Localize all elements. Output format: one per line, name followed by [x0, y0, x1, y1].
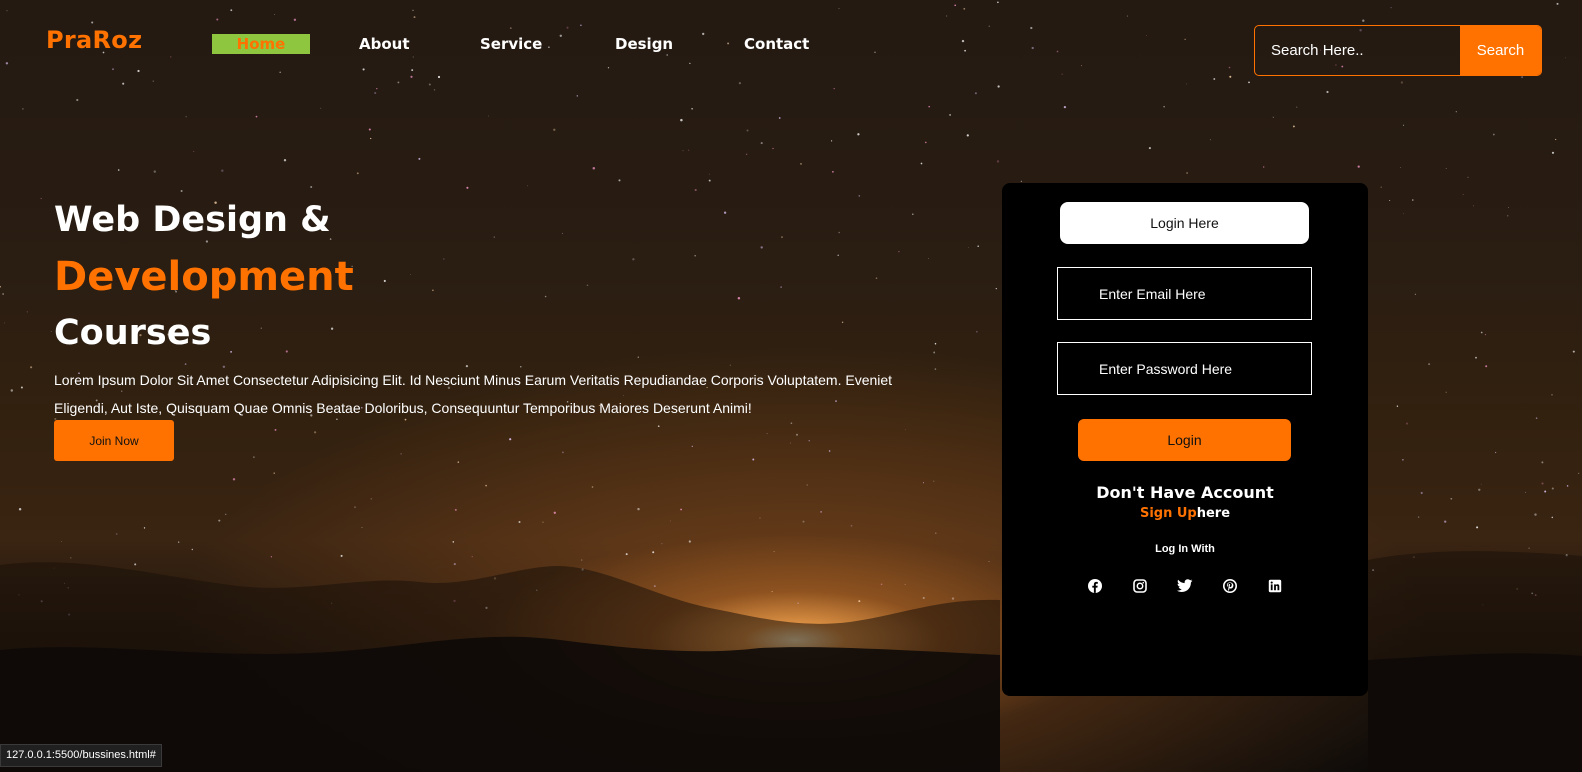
hero-title-highlight: Development — [54, 254, 354, 300]
twitter-icon[interactable] — [1177, 578, 1193, 594]
search-box: Search — [1254, 25, 1542, 76]
instagram-icon[interactable] — [1132, 578, 1148, 594]
hero-title-line3: Courses — [54, 313, 212, 353]
login-panel-title: Login Here — [1060, 202, 1309, 244]
login-panel: Login Here Login Don't Have Account Sign… — [1002, 183, 1368, 696]
search-button[interactable]: Search — [1460, 26, 1541, 75]
login-with-label: Log In With — [1155, 543, 1215, 555]
status-bar-url: 127.0.0.1:5500/bussines.html# — [0, 744, 162, 767]
no-account-text: Don't Have Account — [1096, 483, 1274, 502]
linkedin-icon[interactable] — [1267, 578, 1283, 594]
email-field[interactable] — [1057, 267, 1312, 320]
signup-link[interactable]: Sign Up — [1140, 506, 1197, 521]
nav-about[interactable]: About — [359, 34, 410, 54]
password-field[interactable] — [1057, 342, 1312, 395]
nav-design[interactable]: Design — [615, 34, 673, 54]
signup-suffix: here — [1196, 506, 1231, 521]
facebook-icon[interactable] — [1087, 578, 1103, 594]
brand-logo[interactable]: PraRoz — [46, 26, 142, 54]
login-button[interactable]: Login — [1078, 419, 1291, 461]
nav-service[interactable]: Service — [480, 34, 542, 54]
nav-home[interactable]: Home — [212, 34, 310, 54]
nav-contact[interactable]: Contact — [744, 34, 809, 54]
hero-paragraph: Lorem Ipsum Dolor Sit Amet Consectetur A… — [54, 372, 893, 416]
hero-title-line1: Web Design & — [54, 200, 331, 240]
join-now-button[interactable]: Join Now — [54, 420, 174, 461]
pinterest-icon[interactable] — [1222, 578, 1238, 594]
search-input[interactable] — [1255, 26, 1461, 75]
signup-line: Sign Uphere — [1002, 506, 1368, 521]
